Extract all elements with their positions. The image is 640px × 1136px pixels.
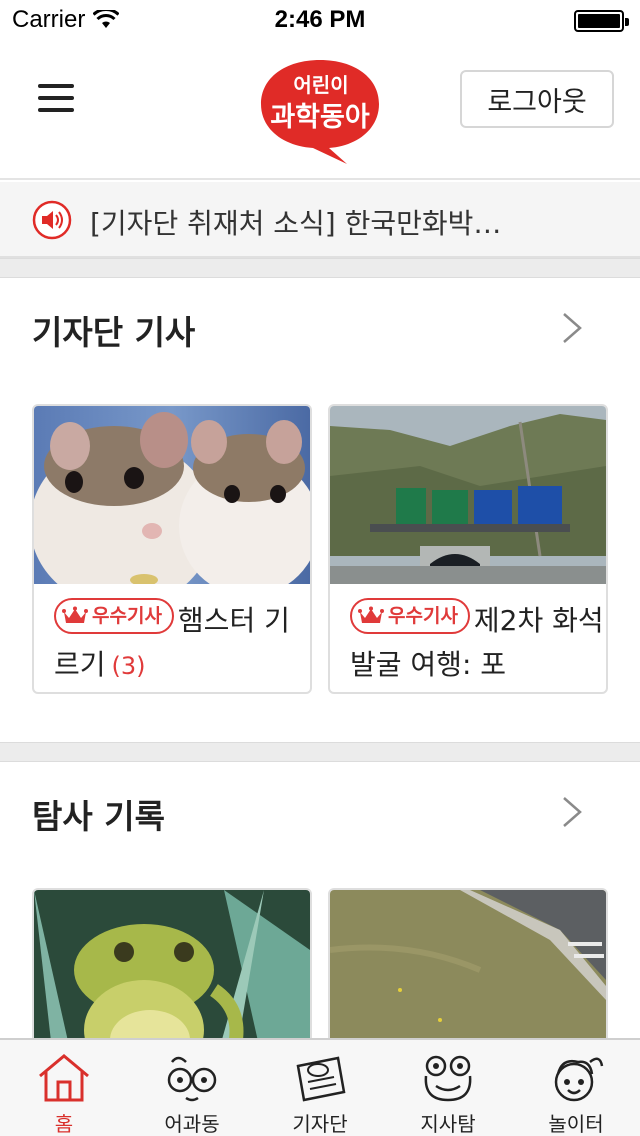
glasses-face-icon bbox=[167, 1056, 217, 1102]
tab-label: 지사탐 bbox=[420, 1112, 476, 1136]
home-icon bbox=[39, 1054, 89, 1102]
kid-face-icon bbox=[554, 1057, 604, 1102]
notice-bar[interactable]: [기자단 취재처 소식] 한국만화박… bbox=[0, 182, 640, 258]
svg-text:과학동아: 과학동아 bbox=[270, 102, 370, 133]
frog-face-icon bbox=[424, 1055, 472, 1102]
app-header: 어린이 과학동아 로그아웃 bbox=[0, 40, 640, 180]
best-article-badge: 우수기사 bbox=[54, 598, 174, 634]
svg-text:어린이: 어린이 bbox=[293, 73, 348, 97]
tab-label: 놀이터 bbox=[548, 1112, 604, 1136]
tunnel-road-photo bbox=[330, 406, 606, 584]
tab-home[interactable]: 홈 bbox=[0, 1040, 128, 1136]
carrier: Carrier bbox=[12, 6, 120, 34]
notice-text[interactable]: [기자단 취재처 소식] 한국만화박… bbox=[90, 202, 530, 242]
section-divider bbox=[0, 742, 640, 762]
reporter-articles-section: 기자단 기사 우수기사 햄스터 기르기 (3) 우수기사 제2차 화석 발굴 여… bbox=[0, 278, 640, 742]
wifi-icon bbox=[93, 10, 120, 28]
article-card[interactable]: 우수기사 제2차 화석 발굴 여행: 포 bbox=[328, 404, 608, 694]
chevron-right-icon[interactable] bbox=[558, 792, 588, 832]
status-bar: Carrier 2:46 PM bbox=[0, 0, 640, 40]
frog-photo bbox=[34, 890, 310, 1038]
carrier-label: Carrier bbox=[12, 6, 86, 33]
tab-jisatam[interactable]: 지사탐 bbox=[384, 1040, 512, 1136]
press-card-icon bbox=[296, 1056, 346, 1102]
badge-label: 우수기사 bbox=[92, 605, 162, 627]
tab-eogwadong[interactable]: 어과동 bbox=[128, 1040, 256, 1136]
tab-label: 어과동 bbox=[164, 1112, 220, 1136]
section-title: 기자단 기사 bbox=[32, 313, 196, 352]
crown-icon bbox=[358, 606, 384, 623]
crown-icon bbox=[62, 606, 88, 623]
speaker-icon bbox=[32, 200, 72, 240]
record-card[interactable] bbox=[328, 888, 608, 1038]
section-title: 탐사 기록 bbox=[32, 797, 165, 836]
section-divider bbox=[0, 258, 640, 278]
comment-count: (3) bbox=[111, 652, 146, 680]
tab-reporters[interactable]: 기자단 bbox=[256, 1040, 384, 1136]
best-article-badge: 우수기사 bbox=[350, 598, 470, 634]
tab-bar: 홈 어과동 기자단 지사탐 놀이터 bbox=[0, 1038, 640, 1136]
record-card[interactable] bbox=[32, 888, 312, 1038]
battery-icon bbox=[574, 10, 629, 32]
article-card[interactable]: 우수기사 햄스터 기르기 (3) bbox=[32, 404, 312, 694]
hamsters-photo bbox=[34, 406, 310, 584]
chevron-right-icon[interactable] bbox=[558, 308, 588, 348]
logout-button[interactable]: 로그아웃 bbox=[460, 70, 614, 128]
logo[interactable]: 어린이 과학동아 bbox=[255, 54, 385, 166]
menu-button[interactable] bbox=[38, 84, 74, 112]
tab-label: 기자단 bbox=[292, 1112, 348, 1136]
grass-roadside-photo bbox=[330, 890, 606, 1038]
tab-label: 홈 bbox=[54, 1112, 74, 1136]
exploration-records-section: 탐사 기록 bbox=[0, 762, 640, 1038]
tab-playground[interactable]: 놀이터 bbox=[512, 1040, 640, 1136]
badge-label: 우수기사 bbox=[388, 605, 458, 627]
